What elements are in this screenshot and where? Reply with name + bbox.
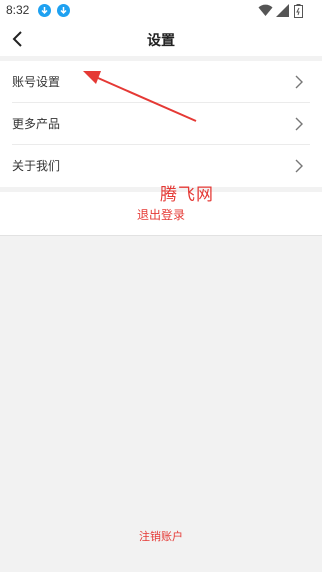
annotation-arrow xyxy=(83,71,197,122)
